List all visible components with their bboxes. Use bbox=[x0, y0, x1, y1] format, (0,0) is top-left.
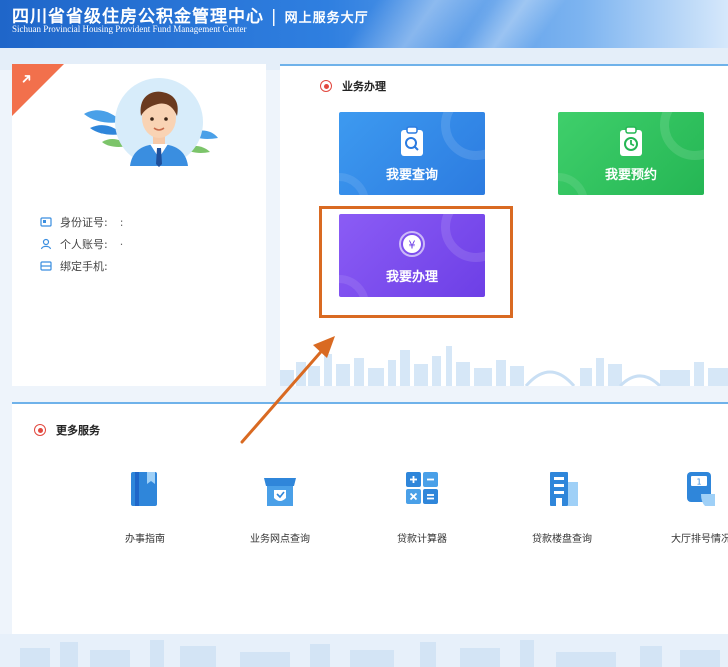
building-icon bbox=[550, 472, 578, 506]
section-marker-icon bbox=[320, 80, 332, 92]
service-loan-building-query[interactable]: 贷款楼盘查询 bbox=[507, 468, 617, 545]
site-header: 四川省省级住房公积金管理中心 | 网上服务大厅 Sichuan Provinci… bbox=[0, 0, 728, 48]
corner-tag[interactable] bbox=[12, 64, 64, 116]
id-number-label: 身份证号: bbox=[60, 216, 108, 229]
business-section-title: 业务办理 bbox=[320, 78, 386, 94]
id-card-icon bbox=[40, 216, 52, 228]
bound-phone-label: 绑定手机: bbox=[60, 260, 108, 273]
more-services-panel: 更多服务 办事指南 业务网点查询 贷款计算器 贷款楼盘查询 1 大厅排号情况 bbox=[12, 402, 728, 634]
svg-text:1: 1 bbox=[696, 478, 701, 487]
person-icon bbox=[40, 238, 52, 250]
business-title-text: 业务办理 bbox=[342, 80, 386, 93]
title-separator: | bbox=[270, 7, 278, 27]
phone-icon bbox=[40, 260, 52, 272]
service-loan-building-query-label: 贷款楼盘查询 bbox=[532, 534, 592, 545]
account-number-row: 个人账号: · bbox=[40, 236, 123, 252]
service-branch-query[interactable]: 业务网点查询 bbox=[225, 468, 335, 545]
account-number-value: · bbox=[119, 237, 124, 251]
service-guide[interactable]: 办事指南 bbox=[90, 468, 200, 545]
account-number-label: 个人账号: bbox=[60, 238, 108, 251]
site-title-english: Sichuan Provincial Housing Provident Fun… bbox=[12, 24, 247, 34]
search-document-icon bbox=[401, 126, 423, 156]
service-loan-calculator-label: 贷款计算器 bbox=[397, 534, 447, 545]
service-loan-calculator[interactable]: 贷款计算器 bbox=[367, 468, 477, 545]
highlight-box bbox=[319, 206, 513, 318]
queue-ticket-icon: 1 bbox=[687, 472, 715, 506]
more-services-section-title: 更多服务 bbox=[34, 422, 100, 438]
query-tile-label: 我要查询 bbox=[385, 168, 438, 183]
panel-accent-line bbox=[12, 402, 128, 404]
bound-phone-row: 绑定手机: bbox=[40, 258, 120, 274]
user-avatar bbox=[84, 78, 218, 167]
id-number-row: 身份证号: : bbox=[40, 214, 123, 230]
more-services-title-text: 更多服务 bbox=[56, 424, 100, 437]
profile-card: ➜ 身份证号: : 个人账号: · 绑定手机: bbox=[12, 64, 266, 386]
clock-document-icon bbox=[620, 126, 642, 156]
appointment-tile[interactable]: 我要预约 bbox=[558, 112, 704, 195]
service-hall-queue-label: 大厅排号情况 bbox=[671, 534, 728, 545]
service-hall-queue[interactable]: 1 大厅排号情况 bbox=[646, 468, 728, 545]
appointment-tile-label: 我要预约 bbox=[604, 168, 657, 183]
site-subtitle: 网上服务大厅 bbox=[284, 11, 369, 26]
bottom-skyline-decoration bbox=[0, 634, 728, 667]
city-skyline-decoration bbox=[280, 346, 728, 386]
id-number-value: : bbox=[119, 215, 124, 229]
branch-shop-icon bbox=[264, 478, 296, 506]
service-branch-query-label: 业务网点查询 bbox=[250, 534, 310, 545]
tile-decoration bbox=[660, 112, 704, 160]
service-guide-label: 办事指南 bbox=[125, 534, 165, 545]
query-tile[interactable]: 我要查询 bbox=[339, 112, 485, 195]
guide-book-icon bbox=[131, 472, 157, 506]
calculator-icon bbox=[406, 472, 438, 504]
section-marker-icon bbox=[34, 424, 46, 436]
business-panel: 业务办理 我要查询 我要预约 ¥ 我要办理 bbox=[280, 64, 728, 386]
panel-accent-line bbox=[280, 64, 400, 66]
tile-decoration bbox=[441, 112, 485, 160]
